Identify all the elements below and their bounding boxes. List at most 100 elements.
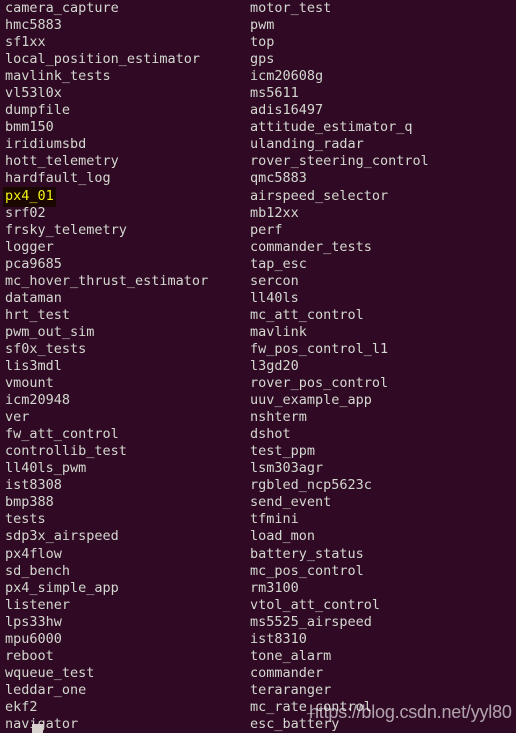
module-name-right[interactable]: motor_test	[250, 0, 331, 17]
module-name-left[interactable]: sd_bench	[5, 563, 70, 580]
module-name-right[interactable]: airspeed_selector	[250, 188, 388, 205]
module-name-right[interactable]: tfmini	[250, 511, 299, 528]
module-name-left[interactable]: hmc5883	[5, 17, 62, 34]
module-row: iridiumsbd ulanding_radar	[0, 136, 516, 153]
module-name-left-selected[interactable]: px4_01	[3, 186, 56, 207]
module-name-right[interactable]: load_mon	[250, 528, 315, 545]
module-name-left[interactable]: iridiumsbd	[5, 136, 86, 153]
module-name-left[interactable]: vl53l0x	[5, 85, 62, 102]
module-name-right[interactable]: vtol_att_control	[250, 597, 380, 614]
module-name-left[interactable]: icm20948	[5, 392, 70, 409]
module-name-right[interactable]: battery_status	[250, 546, 364, 563]
module-name-left[interactable]: mc_hover_thrust_estimator	[5, 273, 208, 290]
module-name-right[interactable]: commander	[250, 665, 323, 682]
module-name-left[interactable]: ekf2	[5, 699, 38, 716]
module-name-left[interactable]: local_position_estimator	[5, 51, 200, 68]
module-name-left[interactable]: px4flow	[5, 546, 62, 563]
module-name-left[interactable]: sdp3x_airspeed	[5, 528, 119, 545]
module-name-right[interactable]: rgbled_ncp5623c	[250, 477, 372, 494]
module-name-right[interactable]: qmc5883	[250, 170, 307, 187]
module-name-left[interactable]: mpu6000	[5, 631, 62, 648]
module-name-right[interactable]: icm20608g	[250, 68, 323, 85]
module-row: wqueue_test commander	[0, 665, 516, 682]
module-name-left[interactable]: pca9685	[5, 256, 62, 273]
module-name-left[interactable]: px4_simple_app	[5, 580, 119, 597]
module-name-left[interactable]: pwm_out_sim	[5, 324, 94, 341]
module-name-left[interactable]: dumpfile	[5, 102, 70, 119]
module-name-right[interactable]: gps	[250, 51, 274, 68]
module-row: sd_bench mc_pos_control	[0, 563, 516, 580]
module-name-left[interactable]: bmp388	[5, 494, 54, 511]
module-name-right[interactable]: mc_att_control	[250, 307, 364, 324]
module-name-left[interactable]: controllib_test	[5, 443, 127, 460]
module-name-right[interactable]: ulanding_radar	[250, 136, 364, 153]
module-name-right[interactable]: tone_alarm	[250, 648, 331, 665]
module-name-left[interactable]: dataman	[5, 290, 62, 307]
module-name-right[interactable]: sercon	[250, 273, 299, 290]
module-name-left[interactable]: listener	[5, 597, 70, 614]
module-name-left[interactable]: logger	[5, 239, 54, 256]
module-name-left[interactable]: vmount	[5, 375, 54, 392]
module-name-right[interactable]: ms5525_airspeed	[250, 614, 372, 631]
module-name-right[interactable]: adis16497	[250, 102, 323, 119]
module-name-right[interactable]: lsm303agr	[250, 460, 323, 477]
module-row: hardfault_log qmc5883	[0, 170, 516, 187]
module-name-right[interactable]: esc_battery	[250, 716, 339, 733]
module-name-left[interactable]: lis3mdl	[5, 358, 62, 375]
module-name-right[interactable]: fw_pos_control_l1	[250, 341, 388, 358]
module-name-left[interactable]: ver	[5, 409, 29, 426]
module-name-right[interactable]: pwm	[250, 17, 274, 34]
module-name-left[interactable]: tests	[5, 511, 46, 528]
module-row: px4_simple_app rm3100	[0, 580, 516, 597]
module-row: reboot tone_alarm	[0, 648, 516, 665]
module-name-right[interactable]: attitude_estimator_q	[250, 119, 413, 136]
module-name-right[interactable]: ll40ls	[250, 290, 299, 307]
module-name-right[interactable]: ms5611	[250, 85, 299, 102]
module-name-right[interactable]: rover_pos_control	[250, 375, 388, 392]
module-name-right[interactable]: mb12xx	[250, 205, 299, 222]
module-name-right[interactable]: perf	[250, 222, 283, 239]
module-name-left[interactable]: bmm150	[5, 119, 54, 136]
module-name-right[interactable]: nshterm	[250, 409, 307, 426]
module-name-right[interactable]: mc_rate_control	[250, 699, 372, 716]
module-name-left[interactable]: mavlink_tests	[5, 68, 111, 85]
module-name-right[interactable]: test_ppm	[250, 443, 315, 460]
module-name-left[interactable]: leddar_one	[5, 682, 86, 699]
module-name-left[interactable]: sf1xx	[5, 34, 46, 51]
module-name-left[interactable]: fw_att_control	[5, 426, 119, 443]
module-row: sdp3x_airspeed load_mon	[0, 528, 516, 545]
module-name-left[interactable]: ll40ls_pwm	[5, 460, 86, 477]
module-name-right[interactable]: rm3100	[250, 580, 299, 597]
module-name-right[interactable]: rover_steering_control	[250, 153, 429, 170]
module-name-right[interactable]: uuv_example_app	[250, 392, 372, 409]
module-name-left[interactable]: srf02	[5, 205, 46, 222]
module-name-left[interactable]: ist8308	[5, 477, 62, 494]
module-name-right[interactable]: mavlink	[250, 324, 307, 341]
module-name-right[interactable]: dshot	[250, 426, 291, 443]
module-name-left[interactable]: reboot	[5, 648, 54, 665]
module-row: mavlink_tests icm20608g	[0, 68, 516, 85]
module-row: ver nshterm	[0, 409, 516, 426]
module-row: bmm150 attitude_estimator_q	[0, 119, 516, 136]
module-row: pca9685 tap_esc	[0, 256, 516, 273]
module-name-left[interactable]: hott_telemetry	[5, 153, 119, 170]
module-name-left[interactable]: lps33hw	[5, 614, 62, 631]
module-name-left[interactable]: frsky_telemetry	[5, 222, 127, 239]
module-listing: camera_capture motor_test hmc5883 pwm sf1xx t…	[0, 0, 516, 733]
module-name-right[interactable]: top	[250, 34, 274, 51]
module-name-left[interactable]: wqueue_test	[5, 665, 94, 682]
module-name-right[interactable]: teraranger	[250, 682, 331, 699]
module-name-right[interactable]: tap_esc	[250, 256, 307, 273]
module-name-right[interactable]: send_event	[250, 494, 331, 511]
module-name-right[interactable]: mc_pos_control	[250, 563, 364, 580]
module-name-left[interactable]: camera_capture	[5, 0, 119, 17]
module-name-right[interactable]: ist8310	[250, 631, 307, 648]
module-row: ekf2 mc_rate_control	[0, 699, 516, 716]
module-name-right[interactable]: l3gd20	[250, 358, 299, 375]
module-name-left[interactable]: hardfault_log	[5, 170, 111, 187]
module-row: frsky_telemetry perf	[0, 222, 516, 239]
module-name-left[interactable]: hrt_test	[5, 307, 70, 324]
terminal-window[interactable]: camera_capture motor_test hmc5883 pwm sf1xx t…	[0, 0, 516, 733]
module-name-left[interactable]: sf0x_tests	[5, 341, 86, 358]
module-name-right[interactable]: commander_tests	[250, 239, 372, 256]
